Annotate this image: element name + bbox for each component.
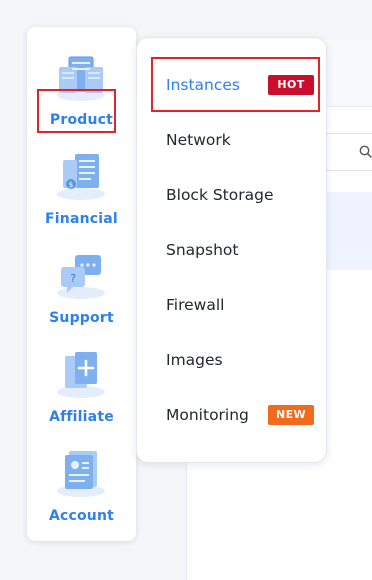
affiliate-add-icon bbox=[57, 352, 105, 398]
account-profile-icon bbox=[57, 451, 105, 497]
svg-text:?: ? bbox=[70, 272, 76, 285]
submenu-item-block-storage[interactable]: Block Storage bbox=[137, 167, 326, 222]
search-icon bbox=[359, 145, 372, 158]
support-chat-icon: ? bbox=[57, 255, 105, 299]
sidebar-item-label: Financial bbox=[45, 211, 118, 227]
submenu-item-network[interactable]: Network bbox=[137, 112, 326, 167]
svg-text:$: $ bbox=[69, 181, 73, 189]
sidebar-item-label: Affiliate bbox=[49, 409, 114, 425]
new-badge: NEW bbox=[268, 404, 314, 425]
product-submenu: Instances HOT Network Block Storage Snap… bbox=[136, 37, 327, 463]
submenu-item-label: Network bbox=[166, 130, 231, 149]
submenu-item-label: Firewall bbox=[166, 295, 225, 314]
sidebar-item-account[interactable]: Account bbox=[27, 433, 136, 529]
sidebar-item-affiliate[interactable]: Affiliate bbox=[27, 334, 136, 430]
submenu-item-snapshot[interactable]: Snapshot bbox=[137, 222, 326, 277]
finance-document-icon: $ bbox=[57, 154, 105, 200]
sidebar-item-label: Account bbox=[48, 508, 115, 524]
submenu-item-label: Snapshot bbox=[166, 240, 239, 259]
sidebar-item-financial[interactable]: $ Financial bbox=[27, 136, 136, 232]
search-input[interactable] bbox=[326, 133, 372, 171]
sidebar: Product $ Financial ? Support Affiliate … bbox=[27, 27, 136, 541]
product-highlight-box bbox=[37, 89, 116, 133]
submenu-item-label: Block Storage bbox=[166, 185, 274, 204]
submenu-item-label: Images bbox=[166, 350, 223, 369]
sidebar-item-support[interactable]: ? Support bbox=[27, 235, 136, 331]
submenu-item-images[interactable]: Images bbox=[137, 332, 326, 387]
submenu-item-label: Monitoring bbox=[166, 405, 249, 424]
submenu-item-monitoring[interactable]: Monitoring NEW bbox=[137, 387, 326, 442]
selected-row bbox=[326, 192, 372, 270]
submenu-item-firewall[interactable]: Firewall bbox=[137, 277, 326, 332]
instances-highlight-box bbox=[151, 57, 320, 112]
sidebar-item-label: Support bbox=[49, 310, 114, 326]
